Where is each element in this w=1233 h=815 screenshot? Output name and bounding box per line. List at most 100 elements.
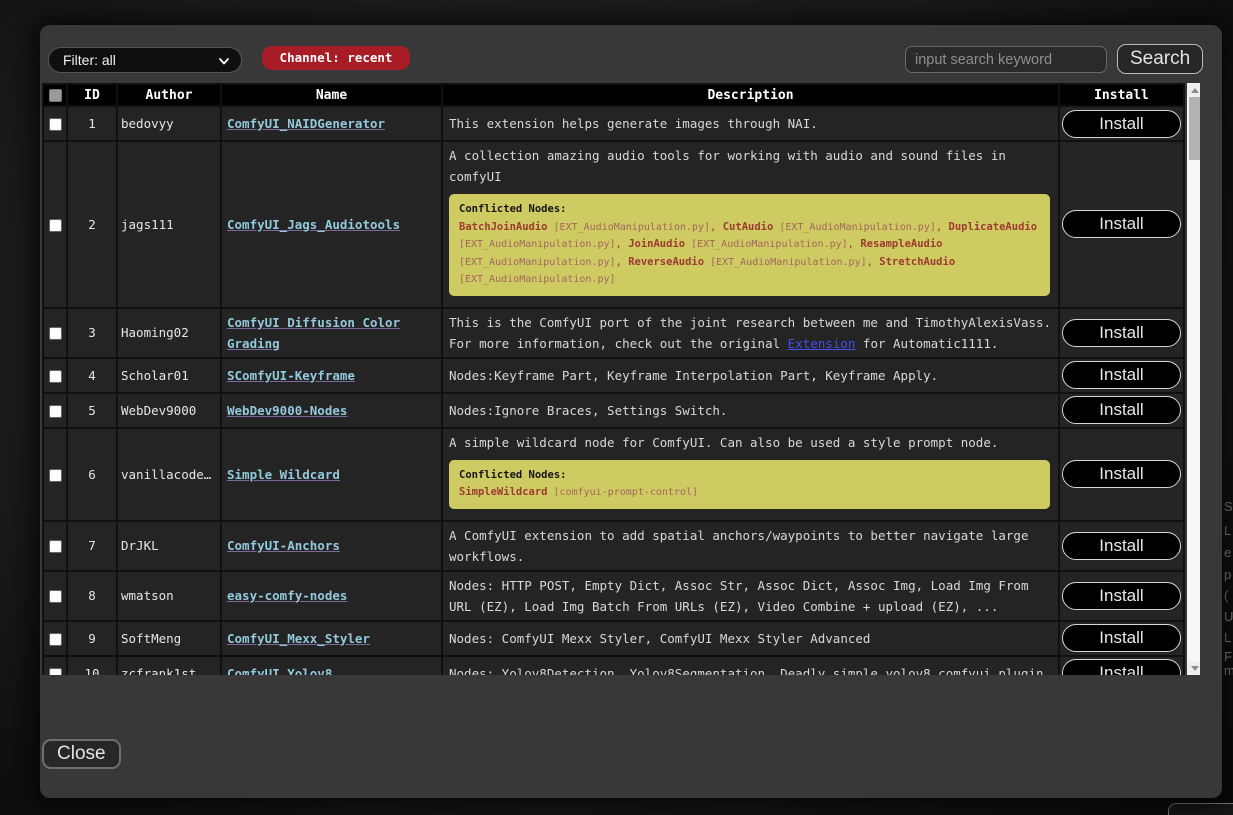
row-install-cell: Install	[1059, 358, 1184, 393]
row-name-cell: ComfyUI Diffusion Color Grading	[221, 308, 442, 358]
row-select-cell	[43, 428, 67, 521]
description-text: A ComfyUI extension to add spatial ancho…	[449, 528, 1028, 564]
header-id: ID	[67, 84, 117, 106]
install-button[interactable]: Install	[1062, 582, 1181, 610]
row-author: zcfrank1st	[117, 656, 221, 676]
row-checkbox[interactable]	[49, 405, 62, 418]
row-select-cell	[43, 621, 67, 656]
table-row: 8wmatsoneasy-comfy-nodesNodes: HTTP POST…	[43, 571, 1184, 621]
extension-name-link[interactable]: ComfyUI_Mexx_Styler	[227, 631, 370, 646]
row-name-cell: ComfyUI_NAIDGenerator	[221, 106, 442, 141]
extensions-table-wrap: ID Author Name Description Install 1bedo…	[42, 83, 1200, 675]
search-button[interactable]: Search	[1117, 44, 1203, 74]
row-author: Scholar01	[117, 358, 221, 393]
extension-name-link[interactable]: ComfyUI-Anchors	[227, 538, 340, 553]
conflicted-node-source: [EXT_AudioManipulation.py]	[685, 239, 848, 250]
row-checkbox[interactable]	[49, 370, 62, 383]
channel-badge[interactable]: Channel: recent	[262, 46, 410, 70]
select-all-checkbox[interactable]	[49, 89, 62, 102]
extension-name-link[interactable]: ComfyUI Diffusion Color Grading	[227, 315, 400, 351]
install-button[interactable]: Install	[1062, 659, 1181, 675]
filter-select-label: Filter: all	[63, 52, 116, 68]
extension-name-link[interactable]: WebDev9000-Nodes	[227, 403, 347, 418]
install-button[interactable]: Install	[1062, 210, 1181, 238]
conflicted-node-source: [EXT_AudioManipulation.py]	[459, 239, 616, 250]
row-name-cell: easy-comfy-nodes	[221, 571, 442, 621]
row-install-cell: Install	[1059, 571, 1184, 621]
table-row: 2jags111ComfyUI_Jags_AudiotoolsA collect…	[43, 141, 1184, 308]
extension-name-link[interactable]: Simple Wildcard	[227, 467, 340, 482]
row-checkbox[interactable]	[49, 469, 62, 482]
row-description: Nodes: HTTP POST, Empty Dict, Assoc Str,…	[442, 571, 1059, 621]
table-row: 3Haoming02ComfyUI Diffusion Color Gradin…	[43, 308, 1184, 358]
row-author: wmatson	[117, 571, 221, 621]
install-button[interactable]: Install	[1062, 532, 1181, 560]
filter-select[interactable]: Filter: all	[48, 47, 242, 73]
row-checkbox[interactable]	[49, 118, 62, 131]
table-scrollbar[interactable]	[1187, 83, 1200, 675]
background-glyph: U	[1224, 610, 1233, 623]
conflicted-nodes-title: Conflicted Nodes:	[459, 202, 1040, 218]
row-select-cell	[43, 521, 67, 571]
chevron-down-icon	[218, 55, 230, 67]
row-select-cell	[43, 656, 67, 676]
row-checkbox[interactable]	[49, 327, 62, 340]
table-row: 10zcfrank1stComfyUI Yolov8Nodes: Yolov8D…	[43, 656, 1184, 676]
install-button[interactable]: Install	[1062, 319, 1181, 347]
install-button[interactable]: Install	[1062, 460, 1181, 488]
page-background: SLep(ULFm Filter: all Channel: recent Se…	[0, 0, 1233, 815]
separator: ,	[848, 238, 861, 250]
table-row: 1bedovyyComfyUI_NAIDGeneratorThis extens…	[43, 106, 1184, 141]
conflicted-nodes-warning: Conflicted Nodes:SimpleWildcard [comfyui…	[449, 460, 1050, 509]
scroll-down-button[interactable]	[1187, 661, 1200, 675]
conflicted-node-source: [EXT_AudioManipulation.py]	[773, 222, 936, 233]
separator: ,	[616, 238, 629, 250]
conflicted-node-source: [EXT_AudioManipulation.py]	[459, 274, 616, 285]
extension-name-link[interactable]: ComfyUI_Jags_Audiotools	[227, 217, 400, 232]
background-glyph: e	[1224, 546, 1231, 559]
conflicted-nodes-list: SimpleWildcard [comfyui-prompt-control]	[459, 483, 1040, 501]
header-name: Name	[221, 84, 442, 106]
extension-name-link[interactable]: ComfyUI_NAIDGenerator	[227, 116, 385, 131]
row-id: 6	[67, 428, 117, 521]
description-link[interactable]: Extension	[788, 336, 856, 351]
row-select-cell	[43, 308, 67, 358]
close-button[interactable]: Close	[42, 739, 121, 769]
row-checkbox[interactable]	[49, 219, 62, 232]
extensions-table: ID Author Name Description Install 1bedo…	[42, 83, 1185, 675]
search-input[interactable]	[905, 46, 1107, 73]
extension-name-link[interactable]: easy-comfy-nodes	[227, 588, 347, 603]
separator: ,	[936, 221, 949, 233]
row-id: 3	[67, 308, 117, 358]
conflicted-node-name: StretchAudio	[879, 256, 955, 268]
header-install: Install	[1059, 84, 1184, 106]
conflicted-node-source: [comfyui-prompt-control]	[548, 487, 699, 498]
scroll-up-button[interactable]	[1187, 83, 1200, 97]
row-id: 4	[67, 358, 117, 393]
install-button[interactable]: Install	[1062, 110, 1181, 138]
row-checkbox[interactable]	[49, 590, 62, 603]
row-install-cell: Install	[1059, 656, 1184, 676]
scrollbar-thumb[interactable]	[1189, 97, 1200, 160]
description-text: Nodes:Ignore Braces, Settings Switch.	[449, 403, 727, 418]
row-checkbox[interactable]	[49, 540, 62, 553]
install-button[interactable]: Install	[1062, 624, 1181, 652]
install-button[interactable]: Install	[1062, 361, 1181, 389]
row-description: This extension helps generate images thr…	[442, 106, 1059, 141]
conflicted-node-name: DuplicateAudio	[949, 221, 1038, 233]
row-author: Haoming02	[117, 308, 221, 358]
description-text: A collection amazing audio tools for wor…	[449, 148, 1006, 184]
row-description: Nodes:Keyframe Part, Keyframe Interpolat…	[442, 358, 1059, 393]
conflicted-node-name: SimpleWildcard	[459, 486, 548, 498]
row-id: 7	[67, 521, 117, 571]
row-name-cell: Simple Wildcard	[221, 428, 442, 521]
extension-name-link[interactable]: ComfyUI Yolov8	[227, 666, 332, 676]
row-checkbox[interactable]	[49, 668, 62, 676]
row-select-cell	[43, 141, 67, 308]
row-checkbox[interactable]	[49, 633, 62, 646]
row-author: vanillacode314	[117, 428, 221, 521]
table-row: 7DrJKLComfyUI-AnchorsA ComfyUI extension…	[43, 521, 1184, 571]
conflicted-node-source: [EXT_AudioManipulation.py]	[459, 257, 616, 268]
install-button[interactable]: Install	[1062, 396, 1181, 424]
extension-name-link[interactable]: SComfyUI-Keyframe	[227, 368, 355, 383]
